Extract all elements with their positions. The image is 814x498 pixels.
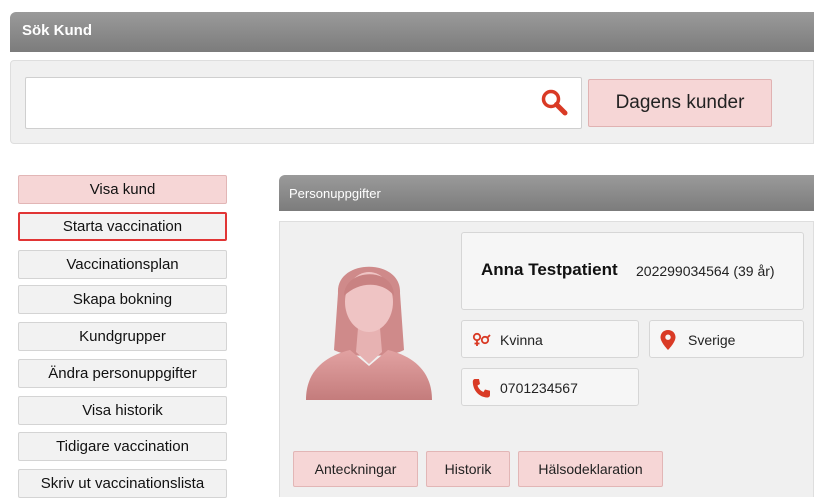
search-panel-title: Sök Kund (22, 22, 92, 39)
menu-vaccination-plan-button[interactable]: Vaccinationsplan (18, 250, 227, 279)
menu-show-history-button[interactable]: Visa historik (18, 396, 227, 425)
gender-card: Kvinna (461, 320, 639, 358)
phone-card: 0701234567 (461, 368, 639, 406)
tab-notes[interactable]: Anteckningar (293, 451, 418, 487)
menu-print-vaccination-list-button[interactable]: Skriv ut vaccinationslista (18, 469, 227, 498)
menu-create-booking-button[interactable]: Skapa bokning (18, 285, 227, 314)
location-pin-icon (660, 330, 678, 350)
menu-edit-personal-info-button[interactable]: Ändra personuppgifter (18, 359, 227, 388)
country-card: Sverige (649, 320, 804, 358)
tab-history[interactable]: Historik (426, 451, 510, 487)
personal-number: 202299034564 (39 år) (636, 263, 775, 279)
todays-customers-button[interactable]: Dagens kunder (588, 79, 772, 127)
search-icon[interactable] (540, 88, 570, 118)
phone-label: 0701234567 (500, 380, 578, 396)
phone-icon (472, 378, 490, 398)
search-panel-header: Sök Kund (10, 12, 814, 52)
menu-show-customer-button[interactable]: Visa kund (18, 175, 227, 204)
country-label: Sverige (688, 332, 736, 348)
menu-customer-groups-button[interactable]: Kundgrupper (18, 322, 227, 351)
customer-name: Anna Testpatient (481, 260, 618, 279)
menu-previous-vaccination-button[interactable]: Tidigare vaccination (18, 432, 227, 461)
person-panel-header: Personuppgifter (279, 175, 814, 211)
person-panel-title: Personuppgifter (289, 186, 381, 201)
gender-icon (471, 330, 491, 348)
gender-label: Kvinna (500, 332, 543, 348)
search-input[interactable] (25, 77, 582, 129)
tab-health-declaration[interactable]: Hälsodeklaration (518, 451, 663, 487)
avatar (298, 238, 440, 400)
menu-start-vaccination-button[interactable]: Starta vaccination (18, 212, 227, 241)
